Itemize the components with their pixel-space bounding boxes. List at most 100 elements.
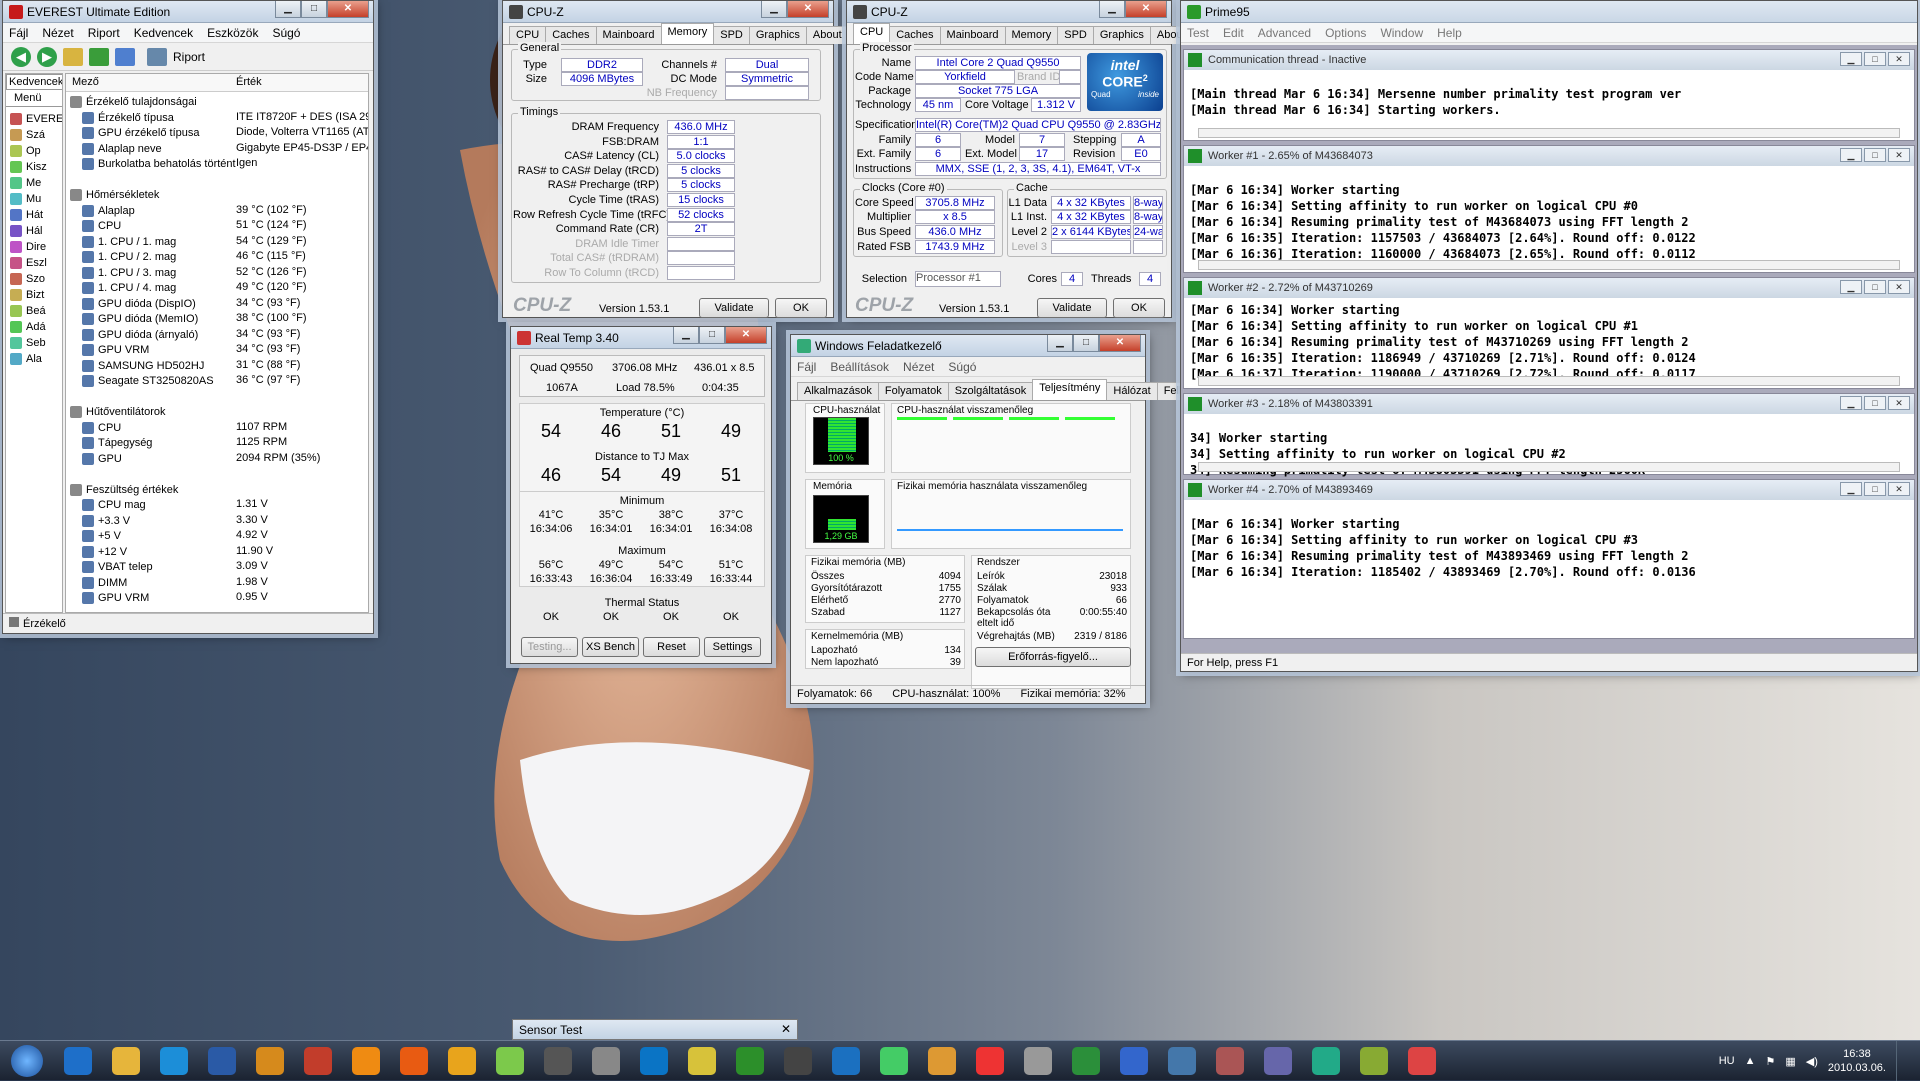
- menu-options[interactable]: Options: [1325, 26, 1366, 40]
- clock[interactable]: 16:38 2010.03.06.: [1828, 1047, 1886, 1075]
- taskbar-button[interactable]: [726, 1043, 774, 1079]
- tree-item[interactable]: Szo: [10, 271, 45, 287]
- menu-riport[interactable]: Riport: [88, 26, 120, 40]
- menu-fajl[interactable]: Fájl: [9, 26, 28, 40]
- minimize-button[interactable]: ▁: [1840, 52, 1862, 66]
- table-row[interactable]: GPU érzékelő típusa: [82, 125, 200, 141]
- section-header[interactable]: Hűtőventilátorok: [70, 404, 166, 420]
- mdi-titlebar[interactable]: Worker #4 - 2.70% of M43893469 ▁ □ ✕: [1184, 480, 1914, 500]
- taskbar-button[interactable]: [294, 1043, 342, 1079]
- mdi-titlebar[interactable]: Worker #3 - 2.18% of M43803391 ▁ □ ✕: [1184, 394, 1914, 414]
- table-row[interactable]: 1. CPU / 2. mag: [82, 249, 176, 265]
- flag-icon[interactable]: ⚑: [1765, 1055, 1775, 1068]
- communication-thread-window[interactable]: Communication thread - Inactive ▁ □ ✕ [Main …: [1183, 49, 1915, 141]
- tab-graphics[interactable]: Graphics: [748, 26, 807, 44]
- forward-arrow-icon[interactable]: ▶: [37, 46, 57, 67]
- table-row[interactable]: GPU dióda (árnyaló): [82, 327, 198, 343]
- maximize-button[interactable]: □: [1864, 52, 1886, 66]
- table-row[interactable]: Érzékelő típusa: [82, 110, 174, 126]
- tab-folyamatok[interactable]: Folyamatok: [877, 382, 949, 400]
- table-row[interactable]: Alaplap: [82, 203, 135, 219]
- menu-advanced[interactable]: Advanced: [1258, 26, 1311, 40]
- maximize-button[interactable]: □: [301, 1, 327, 18]
- tree-item[interactable]: Bizt: [10, 287, 44, 303]
- close-button[interactable]: ✕: [1888, 52, 1910, 66]
- taskbar-button[interactable]: [918, 1043, 966, 1079]
- menu-sugo[interactable]: Súgó: [948, 360, 976, 374]
- taskbar-button[interactable]: [390, 1043, 438, 1079]
- taskbar-button[interactable]: [1014, 1043, 1062, 1079]
- taskbar-button[interactable]: [870, 1043, 918, 1079]
- refresh-icon[interactable]: [89, 47, 109, 66]
- table-row[interactable]: Seagate ST3250820AS: [82, 373, 214, 389]
- resource-monitor-button[interactable]: Erőforrás-figyelő...: [975, 647, 1131, 667]
- taskbar-button[interactable]: [342, 1043, 390, 1079]
- table-row[interactable]: GPU dióda (DispIO): [82, 296, 196, 312]
- volume-icon[interactable]: ◀): [1806, 1055, 1818, 1068]
- section-header[interactable]: Érzékelő tulajdonságai: [70, 94, 197, 110]
- tree-item[interactable]: Szá: [10, 127, 45, 143]
- maximize-button[interactable]: □: [699, 327, 725, 344]
- close-button[interactable]: ✕: [1888, 482, 1910, 496]
- menu-help[interactable]: Help: [1437, 26, 1462, 40]
- taskbar-button[interactable]: [1158, 1043, 1206, 1079]
- cpuz-memory-window[interactable]: CPU-Z ▁ ✕ CPU Caches Mainboard Memory SPD Grap…: [502, 0, 849, 318]
- tab-mainboard[interactable]: Mainboard: [595, 26, 662, 44]
- network-icon[interactable]: ▦: [1785, 1055, 1795, 1068]
- table-row[interactable]: GPU VRM: [82, 590, 149, 606]
- tray-arrow-icon[interactable]: ▲: [1745, 1055, 1756, 1067]
- validate-button[interactable]: Validate: [1037, 298, 1107, 318]
- settings-button[interactable]: Settings: [704, 637, 761, 657]
- menu-kedvencek[interactable]: Kedvencek: [134, 26, 193, 40]
- cpuz-memory-titlebar[interactable]: CPU-Z ▁ ✕: [503, 1, 833, 23]
- tab-memory[interactable]: Memory: [660, 23, 715, 44]
- close-button[interactable]: ✕: [327, 1, 369, 18]
- tab-spd[interactable]: SPD: [1057, 26, 1094, 44]
- taskbar-button[interactable]: [534, 1043, 582, 1079]
- taskbar-button[interactable]: [966, 1043, 1014, 1079]
- worker-window[interactable]: Worker #1 - 2.65% of M43684073 ▁ □ ✕ [Mar 6 …: [1183, 145, 1915, 273]
- table-row[interactable]: DIMM: [82, 575, 127, 591]
- cpuz-cpu-window[interactable]: CPU-Z ▁ ✕ CPU Caches Mainboard Memory SPD Grap…: [846, 0, 1193, 318]
- minimize-button[interactable]: ▁: [1840, 482, 1862, 496]
- table-row[interactable]: CPU: [82, 218, 121, 234]
- tab-halozat[interactable]: Hálózat: [1106, 382, 1158, 400]
- tree-item[interactable]: Eszl: [10, 255, 47, 271]
- close-button[interactable]: ✕: [1099, 335, 1141, 352]
- report-icon[interactable]: [147, 47, 167, 66]
- table-row[interactable]: Burkolatba behatolás történt: [82, 156, 236, 172]
- prime95-window[interactable]: Prime95 Test Edit Advanced Options Window Hel…: [1180, 0, 1918, 672]
- tree-item[interactable]: Me: [10, 175, 41, 191]
- table-row[interactable]: GPU VRM: [82, 342, 149, 358]
- back-arrow-icon[interactable]: ◀: [11, 46, 31, 67]
- maximize-button[interactable]: □: [1864, 482, 1886, 496]
- tree-item[interactable]: Dire: [10, 239, 46, 255]
- table-row[interactable]: SAMSUNG HD502HJ: [82, 358, 204, 374]
- tree-item[interactable]: EVERES: [10, 111, 62, 127]
- menu-nezet[interactable]: Nézet: [42, 26, 73, 40]
- minimize-button[interactable]: ▁: [1840, 396, 1862, 410]
- taskbar-button[interactable]: [582, 1043, 630, 1079]
- taskbar-button[interactable]: [1398, 1043, 1446, 1079]
- table-row[interactable]: CPU: [82, 420, 121, 436]
- table-row[interactable]: 1. CPU / 4. mag: [82, 280, 176, 296]
- mdi-titlebar[interactable]: Worker #1 - 2.65% of M43684073 ▁ □ ✕: [1184, 146, 1914, 166]
- horizontal-scrollbar[interactable]: [1198, 462, 1900, 472]
- tab-about[interactable]: About: [805, 26, 849, 44]
- table-row[interactable]: 1. CPU / 1. mag: [82, 234, 176, 250]
- table-row[interactable]: +5 V: [82, 528, 121, 544]
- close-button[interactable]: ✕: [725, 327, 767, 344]
- prime95-titlebar[interactable]: Prime95: [1181, 1, 1917, 23]
- table-row[interactable]: 1. CPU / 3. mag: [82, 265, 176, 281]
- section-header[interactable]: Feszültség értékek: [70, 482, 178, 498]
- horizontal-scrollbar[interactable]: [1198, 260, 1900, 270]
- close-button[interactable]: ✕: [1125, 1, 1167, 18]
- taskmanager-titlebar[interactable]: Windows Feladatkezelő ▁ □ ✕: [791, 335, 1145, 357]
- minimize-button[interactable]: ▁: [1047, 335, 1073, 352]
- close-button[interactable]: ✕: [1888, 148, 1910, 162]
- table-row[interactable]: GPU: [82, 451, 122, 467]
- tree-item[interactable]: Ala: [10, 351, 42, 367]
- ok-button[interactable]: OK: [775, 298, 827, 318]
- everest-titlebar[interactable]: EVEREST Ultimate Edition ▁ □ ✕: [3, 1, 373, 23]
- horizontal-scrollbar[interactable]: [1198, 376, 1900, 386]
